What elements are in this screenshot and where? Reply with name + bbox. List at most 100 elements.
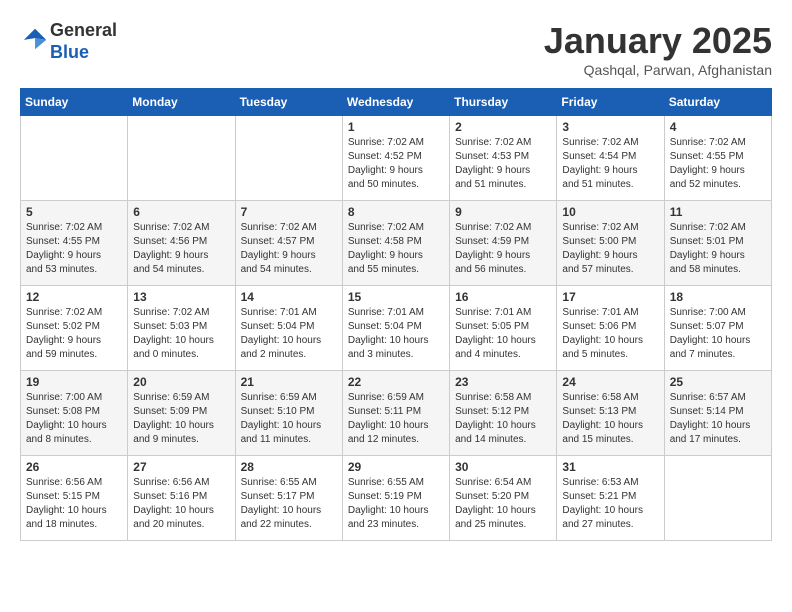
- calendar-table: SundayMondayTuesdayWednesdayThursdayFrid…: [20, 88, 772, 541]
- day-info: Sunrise: 7:02 AM Sunset: 5:02 PM Dayligh…: [26, 306, 122, 362]
- day-info: Sunrise: 6:59 AM Sunset: 5:11 PM Dayligh…: [348, 391, 444, 447]
- day-number: 21: [241, 375, 337, 389]
- day-number: 30: [455, 460, 551, 474]
- calendar-week-row: 1 Sunrise: 7:02 AM Sunset: 4:52 PM Daylig…: [21, 116, 772, 201]
- day-number: 20: [133, 375, 229, 389]
- day-info: Sunrise: 6:55 AM Sunset: 5:17 PM Dayligh…: [241, 476, 337, 532]
- day-info: Sunrise: 6:59 AM Sunset: 5:09 PM Dayligh…: [133, 391, 229, 447]
- day-number: 28: [241, 460, 337, 474]
- day-number: 9: [455, 205, 551, 219]
- day-number: 22: [348, 375, 444, 389]
- calendar-cell: 9Sunrise: 7:02 AM Sunset: 4:59 PM Daylig…: [450, 201, 557, 286]
- day-number: 14: [241, 290, 337, 304]
- calendar-cell: 2Sunrise: 7:02 AM Sunset: 4:53 PM Daylig…: [450, 116, 557, 201]
- page-header: General Blue January 2025 Qashqal, Parwa…: [20, 20, 772, 78]
- calendar-cell: 20 Sunrise: 6:59 AM Sunset: 5:09 PM Dayli…: [128, 371, 235, 456]
- day-number: 27: [133, 460, 229, 474]
- day-number: 4: [670, 120, 766, 134]
- calendar-cell: 12 Sunrise: 7:02 AM Sunset: 5:02 PM Dayli…: [21, 286, 128, 371]
- day-info: Sunrise: 7:02 AM Sunset: 5:01 PM Dayligh…: [670, 221, 766, 277]
- calendar-cell: 22 Sunrise: 6:59 AM Sunset: 5:11 PM Dayli…: [342, 371, 449, 456]
- calendar-cell: 31Sunrise: 6:53 AM Sunset: 5:21 PM Dayli…: [557, 456, 664, 541]
- day-number: 26: [26, 460, 122, 474]
- day-number: 17: [562, 290, 658, 304]
- calendar-week-row: 12 Sunrise: 7:02 AM Sunset: 5:02 PM Dayli…: [21, 286, 772, 371]
- day-number: 29: [348, 460, 444, 474]
- calendar-header: SundayMondayTuesdayWednesdayThursdayFrid…: [21, 89, 772, 116]
- calendar-cell: 7Sunrise: 7:02 AM Sunset: 4:57 PM Daylig…: [235, 201, 342, 286]
- day-number: 11: [670, 205, 766, 219]
- day-number: 8: [348, 205, 444, 219]
- logo-icon: [22, 25, 50, 53]
- day-number: 19: [26, 375, 122, 389]
- day-info: Sunrise: 7:02 AM Sunset: 4:55 PM Dayligh…: [670, 136, 766, 192]
- calendar-cell: 3 Sunrise: 7:02 AM Sunset: 4:54 PM Daylig…: [557, 116, 664, 201]
- day-number: 10: [562, 205, 658, 219]
- calendar-cell: 16 Sunrise: 7:01 AM Sunset: 5:05 PM Dayli…: [450, 286, 557, 371]
- calendar-cell: 6Sunrise: 7:02 AM Sunset: 4:56 PM Daylig…: [128, 201, 235, 286]
- calendar-cell: 28 Sunrise: 6:55 AM Sunset: 5:17 PM Dayli…: [235, 456, 342, 541]
- day-number: 16: [455, 290, 551, 304]
- calendar-cell: 5Sunrise: 7:02 AM Sunset: 4:55 PM Daylig…: [21, 201, 128, 286]
- calendar-body: 1 Sunrise: 7:02 AM Sunset: 4:52 PM Daylig…: [21, 116, 772, 541]
- logo-blue-text: Blue: [50, 42, 89, 62]
- calendar-cell: 18Sunrise: 7:00 AM Sunset: 5:07 PM Dayli…: [664, 286, 771, 371]
- day-info: Sunrise: 7:01 AM Sunset: 5:05 PM Dayligh…: [455, 306, 551, 362]
- calendar-cell: [235, 116, 342, 201]
- calendar-week-row: 5Sunrise: 7:02 AM Sunset: 4:55 PM Daylig…: [21, 201, 772, 286]
- day-number: 13: [133, 290, 229, 304]
- calendar-cell: 21 Sunrise: 6:59 AM Sunset: 5:10 PM Dayli…: [235, 371, 342, 456]
- day-info: Sunrise: 7:01 AM Sunset: 5:04 PM Dayligh…: [241, 306, 337, 362]
- calendar-cell: 8 Sunrise: 7:02 AM Sunset: 4:58 PM Daylig…: [342, 201, 449, 286]
- calendar-cell: 19Sunrise: 7:00 AM Sunset: 5:08 PM Dayli…: [21, 371, 128, 456]
- calendar-week-row: 19Sunrise: 7:00 AM Sunset: 5:08 PM Dayli…: [21, 371, 772, 456]
- calendar-week-row: 26Sunrise: 6:56 AM Sunset: 5:15 PM Dayli…: [21, 456, 772, 541]
- weekday-header-sunday: Sunday: [21, 89, 128, 116]
- logo-general-text: General: [50, 20, 117, 40]
- calendar-cell: 24 Sunrise: 6:58 AM Sunset: 5:13 PM Dayli…: [557, 371, 664, 456]
- day-info: Sunrise: 7:02 AM Sunset: 4:58 PM Dayligh…: [348, 221, 444, 277]
- calendar-cell: 25 Sunrise: 6:57 AM Sunset: 5:14 PM Dayli…: [664, 371, 771, 456]
- weekday-header-friday: Friday: [557, 89, 664, 116]
- day-number: 1: [348, 120, 444, 134]
- day-info: Sunrise: 7:02 AM Sunset: 5:00 PM Dayligh…: [562, 221, 658, 277]
- weekday-row: SundayMondayTuesdayWednesdayThursdayFrid…: [21, 89, 772, 116]
- calendar-title: January 2025: [544, 20, 772, 62]
- calendar-cell: 14 Sunrise: 7:01 AM Sunset: 5:04 PM Dayli…: [235, 286, 342, 371]
- day-info: Sunrise: 7:01 AM Sunset: 5:06 PM Dayligh…: [562, 306, 658, 362]
- calendar-cell: 17 Sunrise: 7:01 AM Sunset: 5:06 PM Dayli…: [557, 286, 664, 371]
- day-info: Sunrise: 7:01 AM Sunset: 5:04 PM Dayligh…: [348, 306, 444, 362]
- calendar-cell: 15 Sunrise: 7:01 AM Sunset: 5:04 PM Dayli…: [342, 286, 449, 371]
- calendar-cell: [128, 116, 235, 201]
- calendar-cell: 13Sunrise: 7:02 AM Sunset: 5:03 PM Dayli…: [128, 286, 235, 371]
- weekday-header-monday: Monday: [128, 89, 235, 116]
- day-info: Sunrise: 6:57 AM Sunset: 5:14 PM Dayligh…: [670, 391, 766, 447]
- day-info: Sunrise: 6:59 AM Sunset: 5:10 PM Dayligh…: [241, 391, 337, 447]
- day-info: Sunrise: 6:54 AM Sunset: 5:20 PM Dayligh…: [455, 476, 551, 532]
- day-number: 12: [26, 290, 122, 304]
- day-info: Sunrise: 6:56 AM Sunset: 5:16 PM Dayligh…: [133, 476, 229, 532]
- day-number: 6: [133, 205, 229, 219]
- day-info: Sunrise: 7:02 AM Sunset: 4:52 PM Dayligh…: [348, 136, 444, 192]
- calendar-cell: 10 Sunrise: 7:02 AM Sunset: 5:00 PM Dayli…: [557, 201, 664, 286]
- day-info: Sunrise: 6:55 AM Sunset: 5:19 PM Dayligh…: [348, 476, 444, 532]
- day-info: Sunrise: 7:02 AM Sunset: 4:55 PM Dayligh…: [26, 221, 122, 277]
- day-number: 23: [455, 375, 551, 389]
- logo: General Blue: [20, 20, 117, 63]
- day-info: Sunrise: 7:02 AM Sunset: 4:54 PM Dayligh…: [562, 136, 658, 192]
- day-number: 15: [348, 290, 444, 304]
- day-number: 3: [562, 120, 658, 134]
- calendar-subtitle: Qashqal, Parwan, Afghanistan: [544, 62, 772, 78]
- calendar-cell: 29 Sunrise: 6:55 AM Sunset: 5:19 PM Dayli…: [342, 456, 449, 541]
- day-info: Sunrise: 6:53 AM Sunset: 5:21 PM Dayligh…: [562, 476, 658, 532]
- calendar-cell: [664, 456, 771, 541]
- weekday-header-tuesday: Tuesday: [235, 89, 342, 116]
- day-info: Sunrise: 6:58 AM Sunset: 5:13 PM Dayligh…: [562, 391, 658, 447]
- calendar-cell: 27 Sunrise: 6:56 AM Sunset: 5:16 PM Dayli…: [128, 456, 235, 541]
- day-number: 25: [670, 375, 766, 389]
- weekday-header-thursday: Thursday: [450, 89, 557, 116]
- day-number: 24: [562, 375, 658, 389]
- weekday-header-saturday: Saturday: [664, 89, 771, 116]
- day-info: Sunrise: 6:58 AM Sunset: 5:12 PM Dayligh…: [455, 391, 551, 447]
- calendar-cell: 23 Sunrise: 6:58 AM Sunset: 5:12 PM Dayli…: [450, 371, 557, 456]
